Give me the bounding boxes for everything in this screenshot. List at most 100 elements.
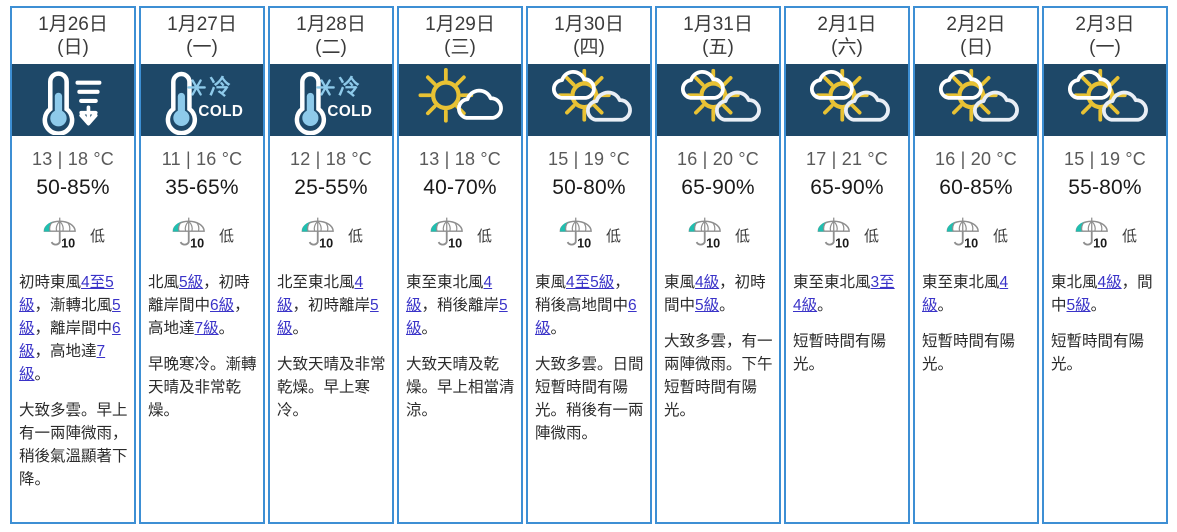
temperature-range: 11 | 16 °C <box>161 149 243 169</box>
forecast-weekday: (二) <box>315 36 347 58</box>
humidity-range: 50-85% <box>36 176 110 199</box>
sky-description: 短暫時間有陽光。 <box>793 332 887 373</box>
forecast-weekday: (五) <box>702 36 734 58</box>
temperature-range: 13 | 18 °C <box>419 149 501 169</box>
wind-text: 北風 <box>148 274 180 291</box>
forecast-date: 1月26日 <box>38 14 108 36</box>
forecast-date-header: 1月26日 (日) <box>12 8 134 64</box>
forecast-narrative: 東風4級，初時間中5級。 大致多雲，有一兩陣微雨。下午短暫時間有陽光。 <box>657 259 779 522</box>
wind-description: 東至東北風3至4級。 <box>793 272 902 318</box>
humidity-range: 25-55% <box>294 176 368 199</box>
cold-thermometer-icon: 冷 COLD <box>294 71 372 135</box>
wind-force-link[interactable]: 5級 <box>1067 297 1091 314</box>
humidity-range: 50-80% <box>552 176 626 199</box>
wind-text: ，漸轉北風 <box>34 296 113 314</box>
umbrella-uv-icon-wrap: 10 <box>170 214 212 257</box>
sunny-periods-icon <box>418 67 503 123</box>
forecast-date-header: 1月28日 (二) <box>270 8 392 64</box>
uv-level-label: 低 <box>347 228 363 245</box>
forecast-weekday: (三) <box>444 36 476 58</box>
temperature-range: 16 | 20 °C <box>935 149 1017 169</box>
wind-description: 東北風4級，間中5級。 <box>1051 272 1160 318</box>
umbrella-uv-icon: 10 <box>817 217 850 250</box>
wind-text: 。 <box>34 365 51 383</box>
wind-force-link[interactable]: 4級 <box>1098 274 1122 291</box>
forecast-narrative: 北至東北風4級，初時離岸5級。 大致天晴及非常乾燥。早上寒冷。 <box>270 259 392 522</box>
wind-text: 東北風 <box>1051 274 1098 291</box>
forecast-weekday: (日) <box>57 36 89 58</box>
svg-text:10: 10 <box>448 236 462 250</box>
humidity-range: 55-80% <box>1068 176 1142 199</box>
cloudy-sunny-intervals-icon <box>552 68 632 122</box>
svg-text:10: 10 <box>964 236 978 250</box>
temperature-range: 15 | 19 °C <box>548 149 630 169</box>
wind-description: 東至東北風4級，稍後離岸5級。 <box>406 272 515 341</box>
forecast-date-header: 1月27日 (一) <box>141 8 263 64</box>
sky-description: 早晚寒冷。漸轉天晴及非常乾燥。 <box>148 355 257 419</box>
forecast-narrative: 初時東風4至5級，漸轉北風5級，離岸間中6級，高地達7級。 大致多雲。早上有一兩陣… <box>12 259 134 522</box>
umbrella-uv-icon-wrap: 10 <box>1073 214 1115 257</box>
forecast-date: 1月29日 <box>425 14 495 36</box>
temperature-range: 16 | 20 °C <box>677 149 759 169</box>
wind-force-link[interactable]: 5級 <box>695 297 719 314</box>
sky-description: 短暫時間有陽光。 <box>1051 332 1145 373</box>
wind-text: 東風 <box>664 274 696 291</box>
forecast-narrative: 東至東北風3至4級。短暫時間有陽光。 <box>786 259 908 522</box>
forecast-weekday: (一) <box>186 36 218 58</box>
weather-icon-band: 冷 COLD <box>270 64 392 136</box>
umbrella-uv-icon-wrap: 10 <box>686 214 728 257</box>
sky-description: 大致多雲，有一兩陣微雨。下午短暫時間有陽光。 <box>664 332 773 419</box>
umbrella-uv-icon: 10 <box>172 217 205 250</box>
svg-text:10: 10 <box>706 236 720 250</box>
weather-icon-band <box>12 64 134 136</box>
wind-description: 北風5級，初時離岸間中6級，高地達7級。 <box>148 272 257 341</box>
uv-level-label: 低 <box>1121 228 1137 245</box>
temperature-range: 13 | 18 °C <box>32 149 114 169</box>
uv-level-label: 低 <box>476 228 492 245</box>
forecast-date-header: 1月31日 (五) <box>657 8 779 64</box>
umbrella-uv-icon: 10 <box>946 217 979 250</box>
wind-text: 東至東北風 <box>406 274 484 291</box>
uv-index-row: 10 低 <box>12 200 134 259</box>
forecast-day-column: 2月2日 (日) 16 | 20 °C 60-85% 10 低東至東北風4級。 短暫時… <box>913 6 1039 524</box>
wind-force-link[interactable]: 4至5級 <box>566 274 614 291</box>
uv-level-label: 低 <box>218 228 234 245</box>
wind-text: 東至東北風 <box>793 274 871 291</box>
forecast-date-header: 1月30日 (四) <box>528 8 650 64</box>
forecast-date: 1月31日 <box>683 14 753 36</box>
cloudy-sunny-intervals-icon <box>681 68 761 122</box>
sky-description: 大致天晴及乾燥。早上相當清涼。 <box>406 355 515 419</box>
svg-text:10: 10 <box>835 236 849 250</box>
sky-description: 大致多雲。早上有一兩陣微雨，稍後氣溫顯著下降。 <box>19 401 128 488</box>
wind-force-link[interactable]: 5級 <box>179 274 203 291</box>
weather-icon-band: 冷 COLD <box>141 64 263 136</box>
wind-text: 。 <box>1090 296 1107 314</box>
umbrella-uv-icon: 10 <box>688 217 721 250</box>
wind-text: ，離岸間中 <box>34 319 113 337</box>
cold-thermometer-icon: 冷 COLD <box>165 71 243 135</box>
svg-text:10: 10 <box>190 236 204 250</box>
svg-text:COLD: COLD <box>198 103 243 120</box>
umbrella-uv-icon-wrap: 10 <box>299 214 341 257</box>
forecast-date: 1月30日 <box>554 14 624 36</box>
uv-index-row: 10 低 <box>528 200 650 259</box>
wind-force-link[interactable]: 4級 <box>695 274 719 291</box>
umbrella-uv-icon-wrap: 10 <box>944 214 986 257</box>
wind-force-link[interactable]: 6級 <box>210 297 234 314</box>
svg-text:10: 10 <box>577 236 591 250</box>
svg-text:冷: 冷 <box>209 75 231 100</box>
svg-text:COLD: COLD <box>327 103 372 120</box>
wind-description: 北至東北風4級，初時離岸5級。 <box>277 272 386 341</box>
wind-text: 。 <box>292 319 309 337</box>
svg-text:10: 10 <box>319 236 333 250</box>
forecast-day-column: 1月29日 (三) 13 | 18 °C 40-70% 10 低東至東北風4級，稍後… <box>397 6 523 524</box>
forecast-day-column: 1月28日 (二) 冷 COLD 12 | 18 °C 25-55% 10 低北至東… <box>268 6 394 524</box>
wind-text: 。 <box>218 319 235 337</box>
forecast-date: 2月2日 <box>946 14 1006 36</box>
wind-force-link[interactable]: 7級 <box>195 320 219 337</box>
cloudy-sunny-intervals-icon <box>939 68 1019 122</box>
uv-level-label: 低 <box>863 228 879 245</box>
weather-icon-band <box>786 64 908 136</box>
forecast-day-column: 2月3日 (一) 15 | 19 °C 55-80% 10 低東北風4級，間中5級。… <box>1042 6 1168 524</box>
svg-text:冷: 冷 <box>338 75 360 100</box>
